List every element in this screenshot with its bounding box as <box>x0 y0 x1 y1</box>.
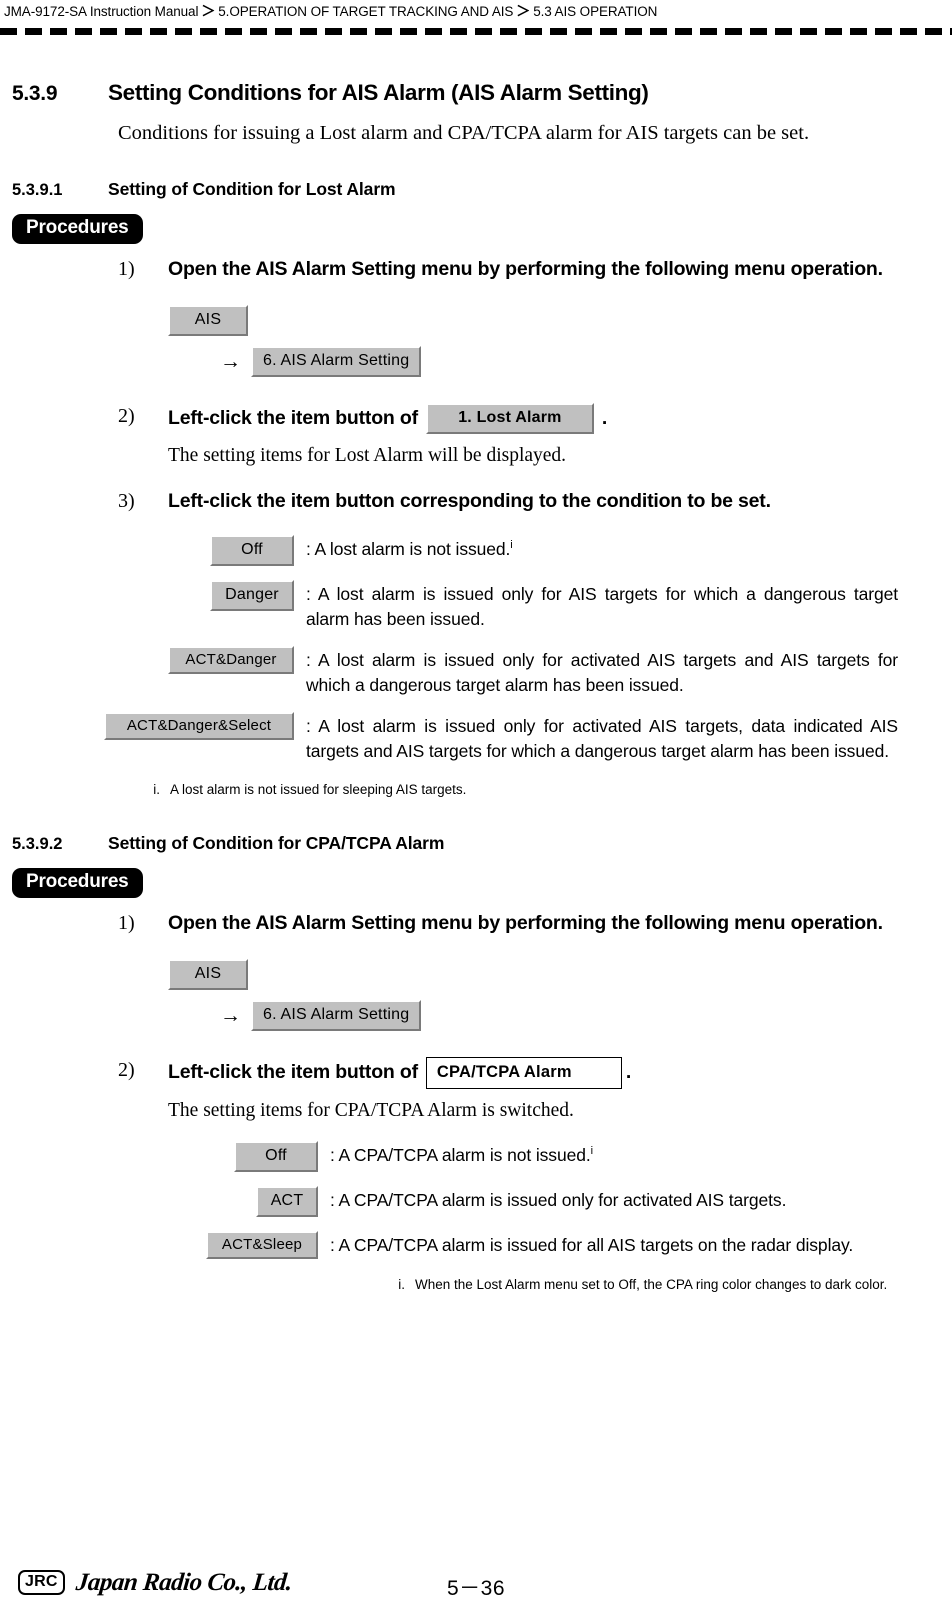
footnote-text: When the Lost Alarm menu set to Off, the… <box>415 1276 888 1292</box>
section-title: Setting Conditions for AIS Alarm (AIS Al… <box>108 80 649 105</box>
menu-button-ais[interactable]: AIS <box>168 305 248 336</box>
subsection-1-title: Setting of Condition for Lost Alarm <box>108 179 396 199</box>
option-description: : A CPA/TCPA alarm is issued for all AIS… <box>330 1234 854 1255</box>
footnote-mark: i. <box>398 1276 405 1292</box>
option-description-text: : A CPA/TCPA alarm is not issued. <box>330 1144 591 1165</box>
breadcrumb-manual: JMA-9172-SA Instruction Manual <box>4 4 199 19</box>
option-chip-cell: Off <box>0 535 306 566</box>
section-lead-paragraph: Conditions for issuing a Lost alarm and … <box>118 122 810 144</box>
procedures-badge-2: Procedures <box>12 868 143 898</box>
menu-path-1-row-root: AIS <box>168 305 952 336</box>
menu-path-1-row-child: → 6. AIS Alarm Setting <box>220 346 952 377</box>
menu-path-2: AIS → 6. AIS Alarm Setting <box>0 959 952 1031</box>
option-description: : A CPA/TCPA alarm is issued only for ac… <box>330 1189 787 1210</box>
step-1-2-note: The setting items for Lost Alarm will be… <box>168 445 567 466</box>
option-row: Off : A lost alarm is not issued.i <box>0 535 952 566</box>
breadcrumb-section: 5.3 AIS OPERATION <box>533 4 658 19</box>
menu-button-cpa-tcpa-alarm[interactable]: CPA/TCPA Alarm <box>425 1057 622 1089</box>
step-2-2: 2) Left-click the item button of CPA/TCP… <box>0 1057 952 1089</box>
step-text-before: Left-click the item button of <box>168 407 418 429</box>
step-1-3: 3) Left-click the item button correspond… <box>0 488 952 515</box>
step-text: Left-click the item button of CPA/TCPA A… <box>168 1057 888 1089</box>
arrow-right-icon: → <box>220 349 241 373</box>
breadcrumb-chapter: 5.OPERATION OF TARGET TRACKING AND AIS <box>218 4 514 19</box>
step-1-2: 2) Left-click the item button of 1. Lost… <box>0 403 952 434</box>
option-button-off[interactable]: Off <box>210 535 294 566</box>
step-text: Left-click the item button corresponding… <box>168 490 771 512</box>
menu-path-2-row-root: AIS <box>168 959 952 990</box>
step-marker: 3) <box>118 490 135 512</box>
subsection-1-number: 5.3.9.1 <box>12 181 63 199</box>
step-marker: 2) <box>118 405 135 427</box>
menu-button-lost-alarm[interactable]: 1. Lost Alarm <box>425 403 594 434</box>
option-chip-cell: Off <box>0 1140 330 1172</box>
option-description: : A lost alarm is issued only for AIS ta… <box>306 584 898 629</box>
option-row: ACT&Sleep : A CPA/TCPA alarm is issued f… <box>0 1230 952 1259</box>
subsection-2-heading: 5.3.9.2 Setting of Condition for CPA/TCP… <box>0 833 952 854</box>
page-header: JMA-9172-SA Instruction Manual ＞ 5.OPERATI… <box>0 0 952 35</box>
menu-path-1: AIS → 6. AIS Alarm Setting <box>0 305 952 377</box>
option-description-text: : A lost alarm is not issued. <box>306 539 511 559</box>
option-row: Danger : A lost alarm is issued only for… <box>0 580 952 632</box>
step-text: Open the AIS Alarm Setting menu by perfo… <box>168 912 883 934</box>
option-description: : A CPA/TCPA alarm is not issued.i <box>330 1141 898 1168</box>
option-row: Off : A CPA/TCPA alarm is not issued.i <box>0 1140 952 1172</box>
menu-button-ais-alarm-setting[interactable]: 6. AIS Alarm Setting <box>251 1000 422 1031</box>
footnote-1: i. A lost alarm is not issued for sleepi… <box>140 780 952 799</box>
option-list-cpa-tcpa-alarm: Off : A CPA/TCPA alarm is not issued.i A… <box>0 1140 952 1259</box>
option-button-act-danger[interactable]: ACT&Danger <box>168 646 294 674</box>
section-number: 5.3.9 <box>12 82 58 105</box>
footnote-marker: i <box>590 1144 593 1157</box>
option-button-off[interactable]: Off <box>234 1140 318 1172</box>
option-chip-cell: Danger <box>0 580 306 611</box>
option-row: ACT&Danger&Select : A lost alarm is issu… <box>0 712 952 764</box>
step-marker: 1) <box>118 258 135 280</box>
step-marker: 1) <box>118 912 135 934</box>
option-row: ACT&Danger : A lost alarm is issued only… <box>0 646 952 698</box>
option-chip-cell: ACT&Sleep <box>0 1230 330 1259</box>
page-footer: JRC Japan Radio Co., Ltd. 5－36 <box>0 1562 952 1614</box>
breadcrumb-separator-1: ＞ <box>201 3 216 19</box>
breadcrumb: JMA-9172-SA Instruction Manual ＞ 5.OPERATI… <box>0 0 952 22</box>
option-description: : A lost alarm is issued only for activa… <box>306 650 898 695</box>
option-button-act-sleep[interactable]: ACT&Sleep <box>206 1230 318 1259</box>
option-chip-cell: ACT <box>0 1185 330 1217</box>
menu-path-2-row-child: → 6. AIS Alarm Setting <box>220 1000 952 1031</box>
footnote-2: i. When the Lost Alarm menu set to Off, … <box>385 1275 952 1294</box>
breadcrumb-separator-2: ＞ <box>516 3 531 19</box>
option-button-danger[interactable]: Danger <box>210 580 294 611</box>
section-heading: 5.3.9 Setting Conditions for AIS Alarm (… <box>0 80 952 106</box>
step-text-after: . <box>601 407 608 429</box>
footnote-text: A lost alarm is not issued for sleeping … <box>170 782 467 797</box>
menu-button-ais-alarm-setting[interactable]: 6. AIS Alarm Setting <box>251 346 422 377</box>
step-text-before: Left-click the item button of <box>168 1061 418 1084</box>
header-dashed-rule <box>0 28 952 35</box>
option-description: : A lost alarm is not issued.i <box>306 535 898 562</box>
option-chip-cell: ACT&Danger&Select <box>0 712 306 740</box>
procedures-badge-1: Procedures <box>12 214 143 244</box>
option-button-act[interactable]: ACT <box>256 1185 318 1217</box>
page-number: 5－36 <box>446 1577 506 1600</box>
option-description: : A lost alarm is issued only for activa… <box>306 716 898 761</box>
page-content: 5.3.9 Setting Conditions for AIS Alarm (… <box>0 58 952 1294</box>
option-chip-cell: ACT&Danger <box>0 646 306 674</box>
arrow-right-icon: → <box>220 1003 241 1027</box>
step-2-1: 1) Open the AIS Alarm Setting menu by pe… <box>0 910 952 937</box>
subsection-2-number: 5.3.9.2 <box>12 835 63 853</box>
footnote-mark: i. <box>153 782 160 797</box>
option-row: ACT : A CPA/TCPA alarm is issued only fo… <box>0 1185 952 1217</box>
step-2-2-note: The setting items for CPA/TCPA Alarm is … <box>168 1099 574 1121</box>
option-list-lost-alarm: Off : A lost alarm is not issued.i Dange… <box>0 535 952 764</box>
subsection-2-title: Setting of Condition for CPA/TCPA Alarm <box>108 833 445 853</box>
step-text: Open the AIS Alarm Setting menu by perfo… <box>168 258 883 280</box>
step-text: Left-click the item button of 1. Lost Al… <box>168 403 888 434</box>
footnote-marker: i <box>510 539 513 552</box>
subsection-1-heading: 5.3.9.1 Setting of Condition for Lost Al… <box>0 179 952 200</box>
menu-button-ais[interactable]: AIS <box>168 959 248 990</box>
option-button-act-danger-select[interactable]: ACT&Danger&Select <box>104 712 294 740</box>
step-1-1: 1) Open the AIS Alarm Setting menu by pe… <box>0 256 952 283</box>
step-marker: 2) <box>118 1059 135 1081</box>
step-text-after: . <box>625 1061 632 1084</box>
